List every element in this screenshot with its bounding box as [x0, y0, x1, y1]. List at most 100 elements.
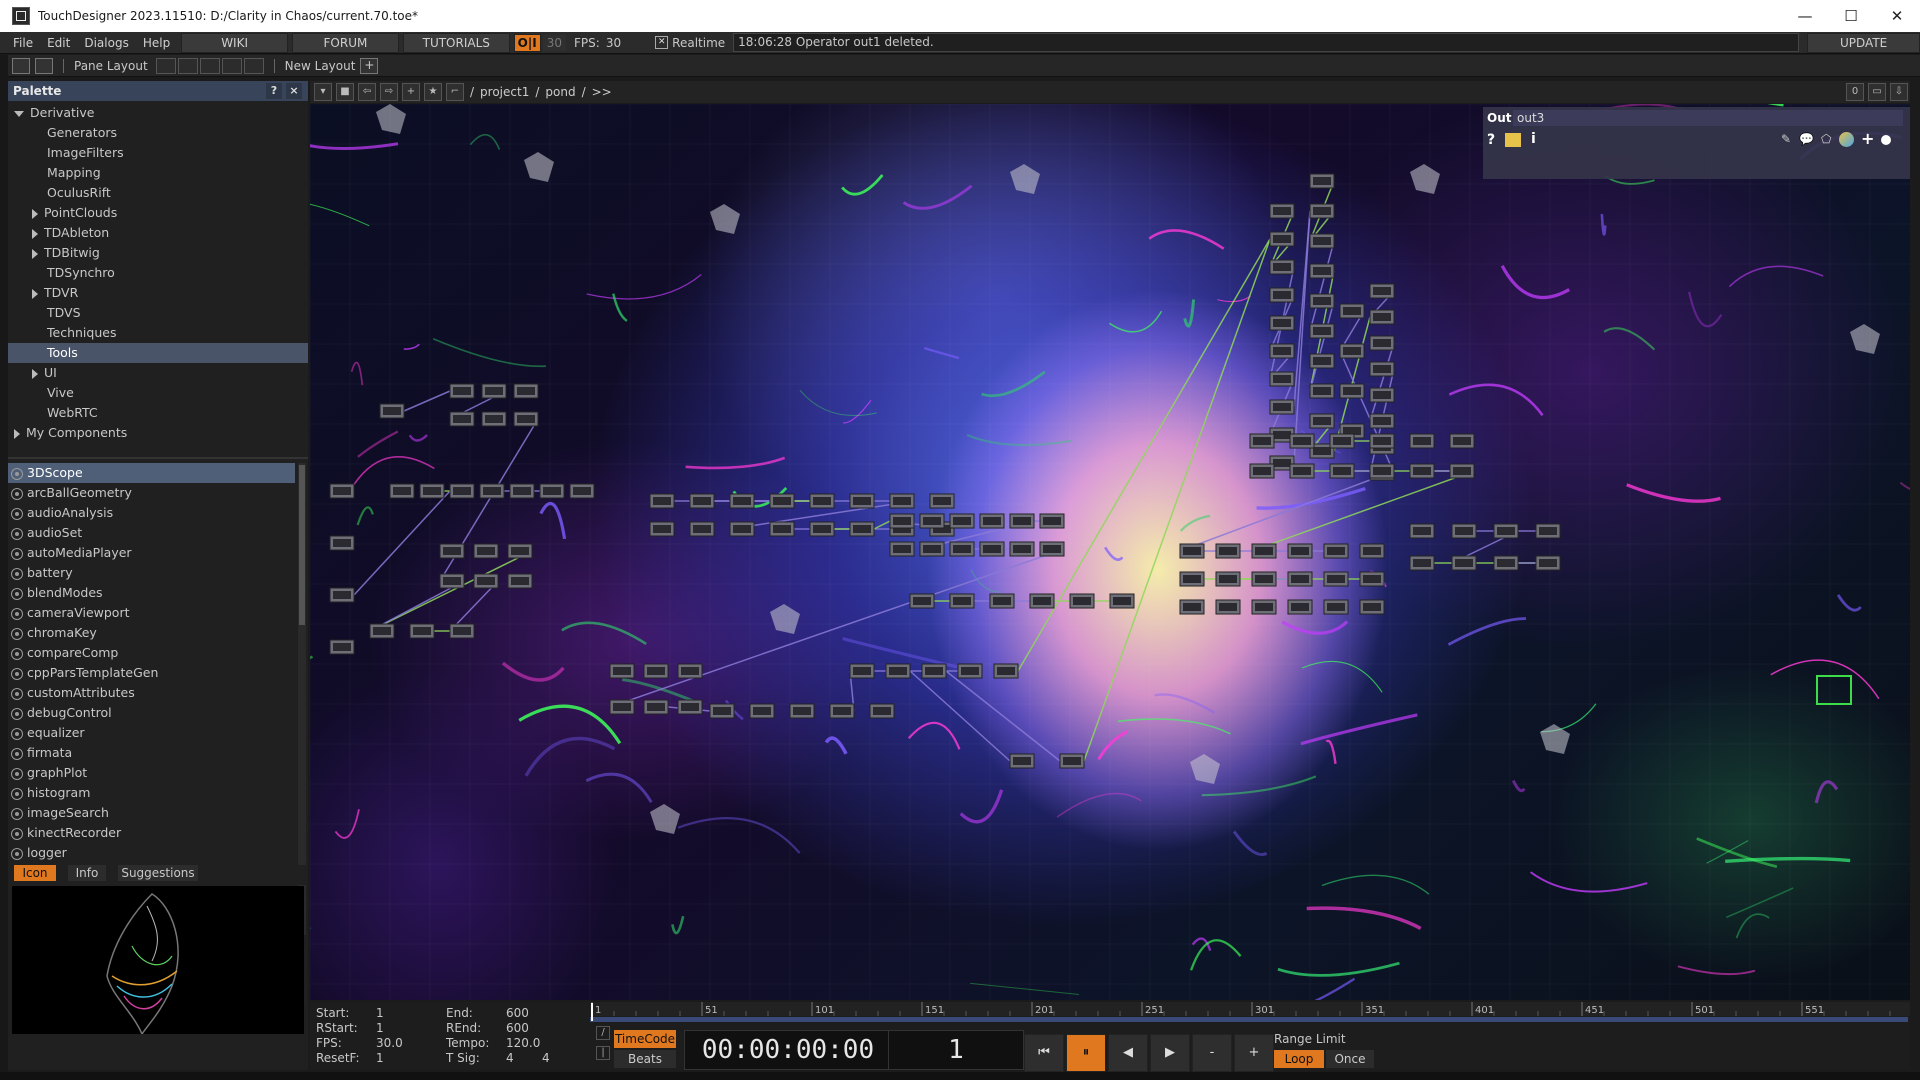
down-arrow-icon[interactable]: ⇩ — [1890, 83, 1908, 101]
maximize-button[interactable]: ☐ — [1828, 0, 1874, 32]
layout-three-icon[interactable] — [221, 57, 242, 74]
operator-wire[interactable] — [1293, 210, 1311, 464]
start-value[interactable]: 1 — [376, 1006, 384, 1020]
component-list-item[interactable]: imageSearch — [8, 803, 295, 823]
edit-icon[interactable]: ✎ — [1781, 132, 1791, 146]
timeline-range-bar[interactable] — [590, 1017, 1908, 1022]
home-icon[interactable]: + — [402, 83, 420, 101]
component-list-item[interactable]: arcBallGeometry — [8, 483, 295, 503]
palette-tree-item[interactable]: TDAbleton — [8, 223, 308, 243]
palette-tree-item[interactable]: ImageFilters — [8, 143, 308, 163]
tab-suggestions[interactable]: Suggestions — [118, 865, 198, 881]
operator-wire[interactable] — [1083, 238, 1271, 762]
anchor-icon[interactable] — [35, 57, 53, 74]
expand-arrow-right-icon[interactable] — [32, 228, 38, 239]
selected-operator-node[interactable] — [1816, 675, 1852, 705]
component-list-item[interactable]: kinectRecorder — [8, 823, 295, 843]
loop-button[interactable]: Loop — [1274, 1050, 1324, 1068]
menu-edit[interactable]: Edit — [40, 36, 77, 50]
palette-tree-item[interactable]: Derivative — [8, 103, 308, 123]
path-project1[interactable]: project1 — [480, 85, 529, 99]
expand-arrow-right-icon[interactable] — [32, 288, 38, 299]
palette-tree-item[interactable]: Vive — [8, 383, 308, 403]
component-list-item[interactable]: battery — [8, 563, 295, 583]
python-icon[interactable] — [1505, 133, 1521, 147]
menu-help[interactable]: Help — [136, 36, 177, 50]
layout-four-icon[interactable] — [243, 57, 264, 74]
component-list-item[interactable]: graphPlot — [8, 763, 295, 783]
timeline-tool-icon[interactable]: | — [596, 1046, 610, 1060]
network-editor[interactable] — [310, 104, 1910, 1000]
operator-wire[interactable] — [1309, 300, 1335, 392]
path-more[interactable]: >> — [592, 85, 612, 99]
close-window-button[interactable]: ✕ — [1874, 0, 1920, 32]
palette-splitter[interactable] — [8, 457, 308, 459]
step-back-button[interactable]: ◀ — [1108, 1034, 1148, 1072]
tempo-value[interactable]: 120.0 — [506, 1036, 540, 1050]
fps-value[interactable]: 30 — [606, 36, 645, 50]
operator-wire[interactable] — [609, 548, 1065, 708]
tutorials-button[interactable]: TUTORIALS — [402, 32, 510, 53]
expand-arrow-right-icon[interactable] — [32, 368, 38, 379]
palette-tree-item[interactable]: Generators — [8, 123, 308, 143]
frame-display[interactable]: 1 — [888, 1030, 1024, 1070]
component-list-item[interactable]: autoMediaPlayer — [8, 543, 295, 563]
palette-tree-item[interactable]: Techniques — [8, 323, 308, 343]
component-list-item[interactable]: logger — [8, 843, 295, 863]
component-list-item[interactable]: histogram — [8, 783, 295, 803]
minimize-button[interactable]: — — [1782, 0, 1828, 32]
palette-tree-item[interactable]: TDVR — [8, 283, 308, 303]
component-list-item[interactable]: customAttributes — [8, 683, 295, 703]
pause-button[interactable]: ⏸ — [1066, 1034, 1106, 1072]
wiki-button[interactable]: WIKI — [181, 32, 289, 53]
timeline-tool-icon[interactable]: / — [596, 1026, 610, 1040]
palette-tree-item[interactable]: My Components — [8, 423, 308, 443]
network-menu-icon[interactable]: ▾ — [314, 83, 332, 101]
palette-help-button[interactable]: ? — [266, 83, 282, 99]
once-button[interactable]: Once — [1326, 1050, 1374, 1068]
operator-wire[interactable] — [945, 670, 1061, 762]
palette-tree-item[interactable]: Mapping — [8, 163, 308, 183]
display-flag-icon[interactable] — [1881, 135, 1891, 145]
palette-tree-item[interactable]: WebRTC — [8, 403, 308, 423]
palette-tree-item[interactable]: OculusRift — [8, 183, 308, 203]
end-value[interactable]: 600 — [506, 1006, 529, 1020]
update-button[interactable]: UPDATE — [1807, 32, 1920, 53]
palette-close-button[interactable]: × — [286, 83, 302, 99]
resetf-value[interactable]: 1 — [376, 1051, 384, 1065]
component-list-item[interactable]: blendModes — [8, 583, 295, 603]
layout-split-horizontal-icon[interactable] — [199, 57, 220, 74]
beats-button[interactable]: Beats — [614, 1050, 676, 1068]
parent-icon[interactable]: ⌐ — [446, 83, 464, 101]
step-forward-button[interactable]: ▶ — [1150, 1034, 1190, 1072]
layout-single-icon[interactable] — [155, 57, 176, 74]
expand-arrow-right-icon[interactable] — [32, 248, 38, 259]
add-icon[interactable]: + — [1861, 129, 1874, 148]
tsig-numerator[interactable]: 4 — [506, 1051, 514, 1065]
forum-button[interactable]: FORUM — [292, 32, 399, 53]
operator-wire[interactable] — [873, 520, 891, 530]
comment-icon[interactable]: 💬 — [1799, 132, 1814, 146]
back-icon[interactable]: ⇦ — [358, 83, 376, 101]
component-list-item[interactable]: audioSet — [8, 523, 295, 543]
pane-icon[interactable] — [12, 57, 30, 74]
new-layout-label[interactable]: New Layout — [285, 59, 356, 73]
component-list-item[interactable]: 3DScope — [8, 463, 295, 483]
component-list-item[interactable]: audioAnalysis — [8, 503, 295, 523]
slower-button[interactable]: - — [1192, 1034, 1232, 1072]
component-list-item[interactable]: equalizer — [8, 723, 295, 743]
palette-tree-item[interactable]: TDSynchro — [8, 263, 308, 283]
path-pond[interactable]: pond — [545, 85, 575, 99]
operator-wire[interactable] — [403, 390, 451, 412]
component-list-item[interactable]: chromaKey — [8, 623, 295, 643]
menu-dialogs[interactable]: Dialogs — [77, 36, 135, 50]
operator-wire[interactable] — [909, 670, 1011, 762]
viewer-node-name[interactable]: out3 — [1513, 110, 1903, 126]
palette-tree-item[interactable]: UI — [8, 363, 308, 383]
component-list-item[interactable]: cameraViewport — [8, 603, 295, 623]
expand-arrow-right-icon[interactable] — [32, 208, 38, 219]
rend-value[interactable]: 600 — [506, 1021, 529, 1035]
help-icon[interactable]: ? — [1487, 132, 1495, 148]
expand-arrow-right-icon[interactable] — [14, 428, 20, 439]
info-icon[interactable]: i — [1531, 131, 1536, 147]
